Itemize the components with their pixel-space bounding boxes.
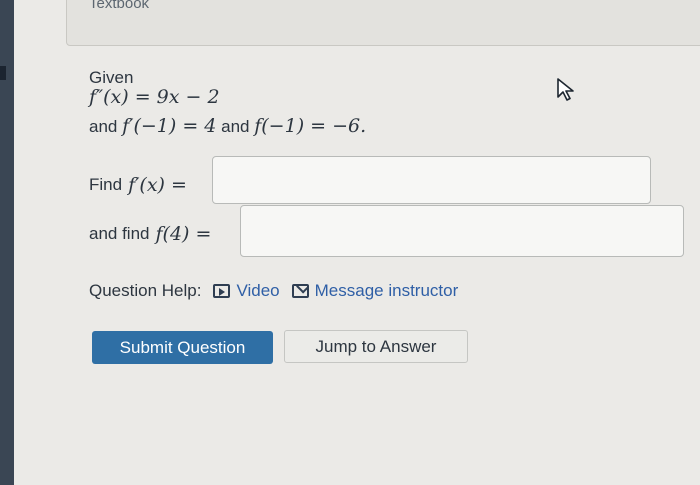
question-help: Question Help: Video Message instructor <box>89 281 458 301</box>
left-edge-marker <box>0 66 6 80</box>
message-instructor-link[interactable]: Message instructor <box>291 281 459 301</box>
question-help-label: Question Help: <box>89 281 202 300</box>
textbook-panel: Textbook <box>66 0 700 46</box>
initial-conditions: and f′(−1) = 4 and f(−1) = −6. <box>89 115 366 137</box>
condition-first-derivative: f′(−1) = 4 <box>122 115 217 137</box>
mail-icon <box>291 284 309 298</box>
message-instructor-label: Message instructor <box>314 281 459 300</box>
video-link[interactable]: Video <box>213 281 280 301</box>
question-row-value: and find f(4) = <box>89 223 211 245</box>
question-expression: f(4) = <box>155 223 212 245</box>
jump-to-answer-button[interactable]: Jump to Answer <box>284 330 468 363</box>
answer-input-derivative[interactable] <box>212 156 651 204</box>
mouse-cursor-icon <box>557 78 574 101</box>
question-label: Find <box>89 175 123 194</box>
left-edge-bar <box>0 0 14 485</box>
submit-question-button[interactable]: Submit Question <box>92 331 273 364</box>
video-link-label: Video <box>236 281 280 300</box>
condition-joiner: and <box>221 117 250 136</box>
question-expression: f′(x) = <box>128 174 187 196</box>
second-derivative-equation: f″(x) = 9x − 2 <box>89 86 220 108</box>
answer-input-value[interactable] <box>240 205 684 257</box>
textbook-tab[interactable]: Textbook <box>89 0 149 12</box>
play-icon <box>213 284 231 298</box>
question-label: and find <box>89 224 150 243</box>
question-row-derivative: Find f′(x) = <box>89 174 187 196</box>
condition-function-value: f(−1) = −6. <box>254 115 367 137</box>
given-label: Given <box>89 68 134 87</box>
condition-prefix: and <box>89 117 118 136</box>
